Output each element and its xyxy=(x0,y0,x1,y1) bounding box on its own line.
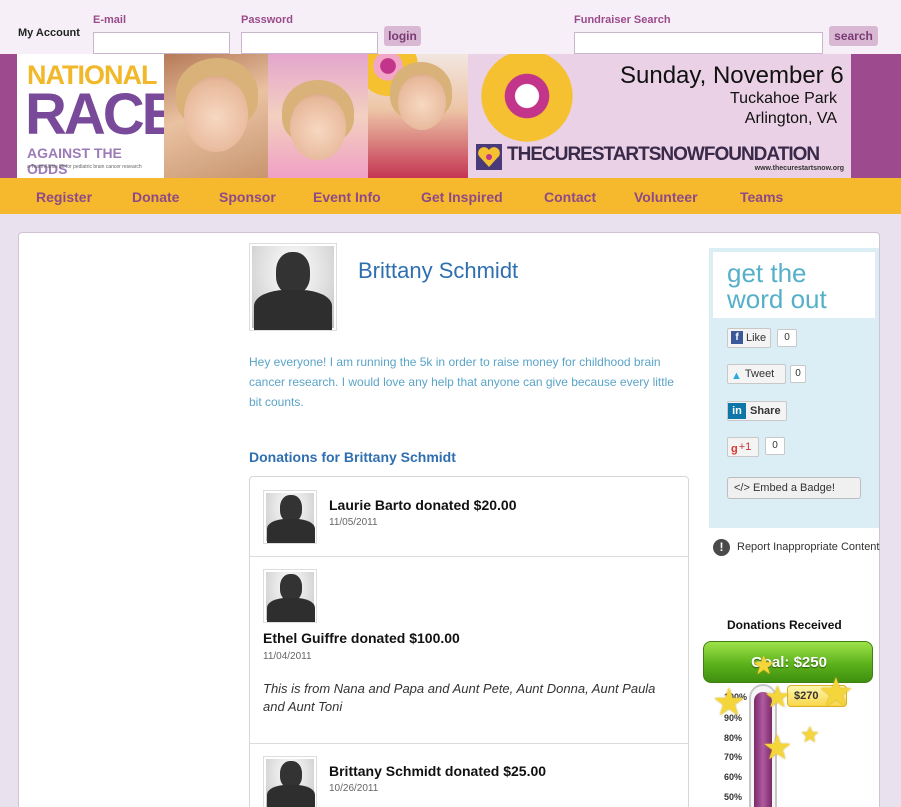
tweet-count: 0 xyxy=(790,365,806,383)
star-icon: ★ xyxy=(764,681,791,714)
star-icon: ★ xyxy=(818,671,854,715)
my-account-label: My Account xyxy=(18,27,80,39)
goal-label: Goal: $250 xyxy=(751,654,827,671)
login-bar: My Account E-mail Password login Fundrai… xyxy=(0,0,901,54)
warning-icon: ! xyxy=(713,539,730,556)
plusone-count: 0 xyxy=(765,437,785,455)
event-banner: NATIONAL RACE AGAINST THE ODDS a Team Al… xyxy=(0,54,901,178)
donations-list: Laurie Barto donated $20.00 11/05/2011 E… xyxy=(249,476,689,807)
nav-sponsor[interactable]: Sponsor xyxy=(219,189,276,205)
banner-flower-graphic xyxy=(472,54,582,144)
facebook-like-button[interactable]: f Like xyxy=(727,328,771,348)
donation-text: Laurie Barto donated $20.00 xyxy=(329,497,517,513)
banner-photo-1 xyxy=(164,54,268,178)
donation-text: Brittany Schmidt donated $25.00 xyxy=(329,763,547,779)
scale-label: 70% xyxy=(724,752,743,762)
donation-text: Ethel Guiffre donated $100.00 xyxy=(263,630,460,646)
nav-register[interactable]: Register xyxy=(36,189,92,205)
donation-date: 10/26/2011 xyxy=(329,783,379,794)
share-title-line2: word out xyxy=(727,284,827,314)
scale-label: 50% xyxy=(724,792,743,802)
fundraiser-search-label: Fundraiser Search xyxy=(574,14,671,26)
donation-divider xyxy=(250,556,688,557)
banner-photo-3 xyxy=(368,54,468,178)
banner-photo-2 xyxy=(268,54,368,178)
tweet-button[interactable]: ▲ Tweet xyxy=(727,364,786,384)
donation-date: 11/04/2011 xyxy=(263,651,312,662)
donations-heading: Donations for Brittany Schmidt xyxy=(249,449,456,465)
donation-divider xyxy=(250,743,688,744)
logo-odds-text: AGAINST THE ODDS xyxy=(27,145,122,177)
email-input[interactable] xyxy=(93,32,230,54)
nav-contact[interactable]: Contact xyxy=(544,189,596,205)
event-venue: Tuckahoe Park xyxy=(729,90,837,107)
star-icon: ★ xyxy=(762,729,793,767)
profile-avatar xyxy=(249,243,337,331)
star-icon: ★ xyxy=(752,650,776,680)
donation-date: 11/05/2011 xyxy=(329,517,378,528)
race-logo[interactable]: NATIONAL RACE AGAINST THE ODDS a Team Al… xyxy=(17,54,180,178)
report-content-link[interactable]: Report Inappropriate Content xyxy=(737,541,879,553)
like-count: 0 xyxy=(777,329,797,347)
embed-badge-button[interactable]: </> Embed a Badge! xyxy=(727,477,861,499)
password-label: Password xyxy=(241,14,293,26)
banner-content: NATIONAL RACE AGAINST THE ODDS a Team Al… xyxy=(17,54,851,178)
foundation-heart-icon xyxy=(476,144,502,170)
foundation-url: www.thecurestartsnow.org xyxy=(754,165,844,172)
fundraiser-name: Brittany Schmidt xyxy=(358,258,519,283)
star-icon: ★ xyxy=(712,682,747,724)
donation-message: This is from Nana and Papa and Aunt Pete… xyxy=(263,681,656,714)
linkedin-icon: in xyxy=(728,403,746,419)
foundation-name: THECURESTARTSNOWFOUNDATION xyxy=(507,144,820,165)
nav-get-inspired[interactable]: Get Inspired xyxy=(421,189,503,205)
search-button[interactable]: search xyxy=(829,26,878,46)
password-input[interactable] xyxy=(241,32,378,54)
linkedin-share-button[interactable]: in Share xyxy=(727,401,787,421)
facebook-icon: f xyxy=(731,331,743,344)
fundraiser-bio: Hey everyone! I am running the 5k in ord… xyxy=(249,355,674,409)
fundraiser-search-input[interactable] xyxy=(574,32,823,54)
twitter-bird-icon: ▲ xyxy=(731,370,742,382)
foundation-logo[interactable]: THECURESTARTSNOWFOUNDATION www.thecurest… xyxy=(474,140,846,174)
google-plusone-button[interactable]: g+1 xyxy=(727,437,759,457)
donor-avatar xyxy=(263,490,317,544)
donor-avatar xyxy=(263,756,317,807)
google-plus-icon: g xyxy=(731,443,738,455)
login-button[interactable]: login xyxy=(384,26,421,46)
email-label: E-mail xyxy=(93,14,127,26)
event-city: Arlington, VA xyxy=(744,110,837,127)
logo-race-text: RACE xyxy=(25,82,180,147)
nav-teams[interactable]: Teams xyxy=(740,189,783,205)
scale-label: 60% xyxy=(724,772,743,782)
share-title: get the word out xyxy=(713,252,875,318)
nav-donate[interactable]: Donate xyxy=(132,189,179,205)
scale-label: 80% xyxy=(724,733,743,743)
donations-received-title: Donations Received xyxy=(727,618,842,632)
main-nav: Register Donate Sponsor Event Info Get I… xyxy=(0,178,901,214)
nav-event-info[interactable]: Event Info xyxy=(313,189,381,205)
nav-volunteer[interactable]: Volunteer xyxy=(634,189,698,205)
star-icon: ★ xyxy=(800,722,820,747)
logo-tagline: a Team Alexis 5k for pediatric brain can… xyxy=(27,164,142,170)
event-date: Sunday, November 6 xyxy=(620,62,844,89)
donor-avatar xyxy=(263,569,317,623)
